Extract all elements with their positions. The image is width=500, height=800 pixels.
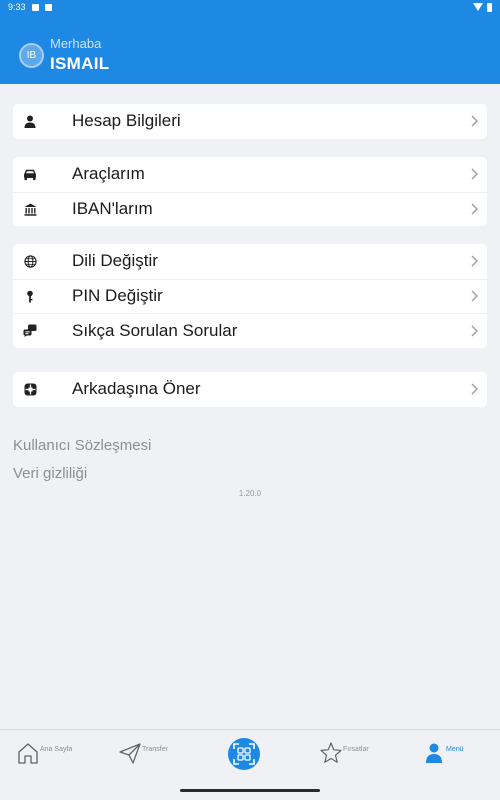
menu-item-vehicles[interactable]: Araçlarım	[13, 157, 487, 192]
qr-scan-icon	[233, 743, 255, 765]
status-bar: 9:33	[0, 0, 500, 14]
privacy-link[interactable]: Veri gizliliği	[13, 465, 87, 482]
menu-item-refer-friend[interactable]: Arkadaşına Öner	[13, 372, 487, 407]
profile-header: IB Merhaba ISMAIL	[0, 14, 500, 84]
person-icon	[23, 114, 37, 128]
menu-card-settings: Dili Değiştir PIN Değiştir Sıkça Sorulan…	[13, 244, 487, 348]
avatar[interactable]: IB	[19, 43, 44, 68]
menu-item-ibans[interactable]: IBAN'larım	[13, 191, 487, 227]
menu-card-account: Hesap Bilgileri	[13, 104, 487, 139]
menu-item-label: PIN Değiştir	[72, 286, 163, 306]
menu-card-refer: Arkadaşına Öner	[13, 372, 487, 407]
key-icon	[23, 289, 37, 303]
notification-icon	[44, 3, 52, 11]
chevron-right-icon	[471, 290, 478, 302]
nav-menu-label: Menü	[446, 746, 464, 753]
qr-scan-button[interactable]	[228, 738, 260, 770]
menu-item-change-language[interactable]: Dili Değiştir	[13, 244, 487, 279]
menu-item-label: IBAN'larım	[72, 199, 153, 219]
globe-icon	[23, 254, 37, 268]
wifi-icon	[473, 3, 483, 11]
chevron-right-icon	[471, 383, 478, 395]
chevron-right-icon	[471, 115, 478, 127]
user-name: ISMAIL	[50, 54, 110, 73]
status-time: 9:33	[8, 2, 26, 12]
nav-transfer[interactable]: Transfer	[118, 738, 178, 788]
chevron-right-icon	[471, 255, 478, 267]
menu-item-label: Sıkça Sorulan Sorular	[72, 320, 238, 340]
menu-card-vehicles: Araçlarım IBAN'larım	[13, 157, 487, 226]
star-icon	[320, 742, 342, 763]
nav-deals-label: Fırsatlar	[343, 746, 369, 753]
chevron-right-icon	[471, 168, 478, 180]
menu-item-label: Hesap Bilgileri	[72, 111, 181, 131]
send-icon	[119, 743, 141, 764]
nav-home[interactable]: Ana Sayfa	[16, 738, 76, 788]
nav-deals[interactable]: Fırsatlar	[319, 738, 379, 788]
chevron-right-icon	[471, 325, 478, 337]
menu-item-label: Araçlarım	[72, 164, 145, 184]
bank-icon	[23, 202, 37, 216]
chevron-right-icon	[471, 203, 478, 215]
shield-icon	[31, 3, 39, 11]
menu-item-label: Arkadaşına Öner	[72, 379, 201, 399]
app-version: 1.20.0	[238, 489, 262, 498]
menu-item-faq[interactable]: Sıkça Sorulan Sorular	[13, 313, 487, 348]
menu-item-change-pin[interactable]: PIN Değiştir	[13, 278, 487, 314]
user-agreement-link[interactable]: Kullanıcı Sözleşmesi	[13, 437, 151, 454]
menu-item-account-info[interactable]: Hesap Bilgileri	[13, 104, 487, 139]
home-icon	[18, 743, 38, 764]
person-icon	[426, 743, 442, 763]
nav-menu[interactable]: Menü	[424, 738, 474, 788]
battery-icon	[487, 2, 492, 12]
nav-transfer-label: Transfer	[142, 746, 168, 753]
greeting-text: Merhaba	[50, 36, 102, 51]
menu-item-label: Dili Değiştir	[72, 251, 158, 271]
share-icon	[23, 382, 37, 396]
home-indicator	[180, 789, 320, 792]
car-icon	[23, 167, 37, 181]
faq-chat-icon	[23, 324, 37, 338]
nav-home-label: Ana Sayfa	[40, 746, 73, 753]
